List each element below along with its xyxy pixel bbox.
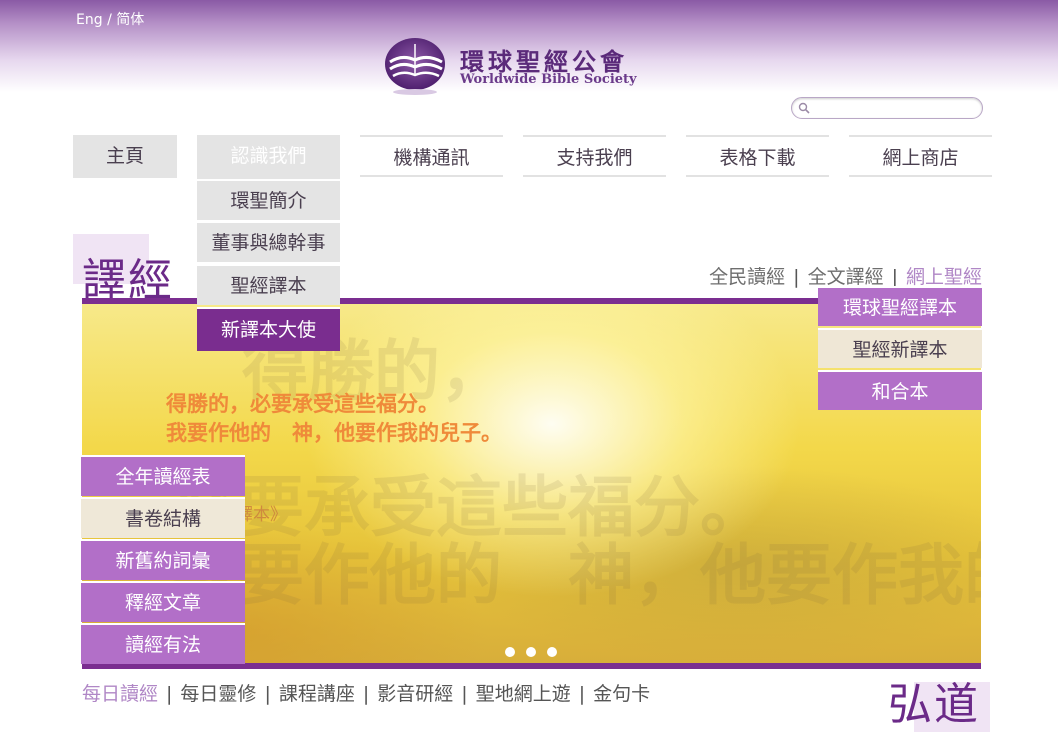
site-logo[interactable]: 環球聖經公會 Worldwide Bible Society (384, 36, 644, 98)
about-menu-board[interactable]: 董事與總幹事 (197, 221, 340, 262)
nav-newsletter[interactable]: 機構通訊 (360, 135, 503, 177)
link-separator: | (461, 683, 468, 705)
lang-english-link[interactable]: Eng (76, 12, 103, 28)
logo-english-name: Worldwide Bible Society (460, 72, 637, 87)
nav-form-downloads[interactable]: 表格下載 (686, 135, 829, 177)
link-daily-devotion[interactable]: 每日靈修 (180, 683, 256, 705)
link-separator: | (891, 266, 898, 288)
link-holy-land-tour[interactable]: 聖地網上遊 (476, 683, 571, 705)
nav-home[interactable]: 主頁 (73, 135, 177, 178)
banner-watermark-text: 我要作他的 神，他要作我的兒子。 (172, 537, 981, 614)
study-menu-reading-plan[interactable]: 全年讀經表 (81, 455, 245, 496)
link-audio-video[interactable]: 影音研經 (377, 683, 453, 705)
link-separator: | (362, 683, 370, 705)
nav-about-us[interactable]: 認識我們 (197, 135, 340, 180)
study-menu-book-structure[interactable]: 書卷結構 (81, 497, 245, 538)
study-menu-reading-methods[interactable]: 讀經有法 (81, 623, 245, 664)
search-input[interactable] (814, 99, 978, 117)
search-icon[interactable] (798, 102, 810, 114)
link-daily-reading[interactable]: 每日讀經 (82, 683, 158, 705)
nav-support-us[interactable]: 支持我們 (523, 135, 666, 177)
link-courses[interactable]: 課程講座 (279, 683, 355, 705)
link-separator: | (793, 266, 800, 288)
study-menu-articles[interactable]: 釋經文章 (81, 581, 245, 622)
online-bible-menu-wbs[interactable]: 環球聖經譯本 (818, 286, 982, 326)
lang-separator: / (107, 12, 112, 28)
bible-book-logo-icon (385, 38, 445, 95)
carousel-indicators (505, 642, 568, 661)
mission-links: 每日讀經 | 每日靈修 | 課程講座 | 影音研經 | 聖地網上遊 | 金句卡 (82, 679, 650, 706)
link-separator: | (578, 683, 586, 705)
link-separator: | (264, 683, 271, 705)
online-bible-menu-cuv[interactable]: 和合本 (818, 370, 982, 410)
search-box (791, 97, 983, 119)
link-bible-reading-for-all[interactable]: 全民讀經 (709, 266, 785, 288)
link-verse-cards[interactable]: 金句卡 (593, 683, 650, 705)
banner-verse-line-1: 得勝的，必要承受這些福分。 (166, 392, 439, 416)
carousel-dot-3[interactable] (547, 647, 557, 657)
study-menu-vocabulary[interactable]: 新舊約詞彙 (81, 539, 245, 580)
link-online-bible[interactable]: 網上聖經 (906, 266, 982, 288)
online-bible-menu-cnv[interactable]: 聖經新譯本 (818, 328, 982, 368)
carousel-dot-2[interactable] (526, 647, 536, 657)
about-menu-ambassador[interactable]: 新譯本大使 (197, 307, 340, 351)
language-switcher: Eng / 简体 (76, 9, 144, 29)
carousel-dot-1[interactable] (505, 647, 515, 657)
lang-simplified-link[interactable]: 简体 (116, 12, 144, 28)
nav-online-shop[interactable]: 網上商店 (849, 135, 992, 177)
about-menu-bible-versions[interactable]: 聖經譯本 (197, 264, 340, 305)
link-full-text-translation[interactable]: 全文譯經 (808, 266, 884, 288)
about-menu-intro[interactable]: 環聖簡介 (197, 179, 340, 220)
translation-links: 全民讀經 | 全文譯經 | 網上聖經 (709, 262, 982, 289)
banner-verse-line-2: 我要作他的 神，他要作我的兒子。 (166, 421, 502, 445)
section-title-mission: 弘道 (888, 679, 980, 730)
link-separator: | (166, 683, 173, 705)
